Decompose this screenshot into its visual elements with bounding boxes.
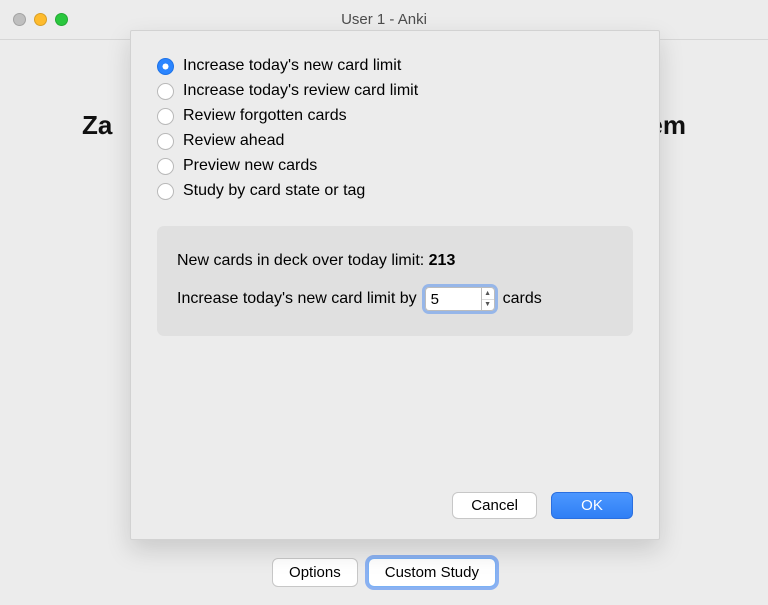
radio-icon — [157, 133, 174, 150]
radio-option-study-by-state[interactable]: Study by card state or tag — [157, 180, 633, 202]
custom-study-button[interactable]: Custom Study — [368, 558, 496, 587]
radio-label: Increase today's review card limit — [183, 80, 418, 102]
page-title-fragment-left: Za — [82, 110, 112, 141]
radio-label: Review ahead — [183, 130, 284, 152]
radio-option-increase-new[interactable]: Increase today's new card limit — [157, 55, 633, 77]
options-button[interactable]: Options — [272, 558, 358, 587]
spin-stepper: ▲ ▼ — [481, 287, 495, 311]
over-limit-count: 213 — [429, 252, 456, 269]
radio-icon — [157, 183, 174, 200]
radio-label: Review forgotten cards — [183, 105, 347, 127]
increase-by-label: Increase today's new card limit by — [177, 284, 417, 314]
window-controls — [0, 13, 68, 26]
radio-icon — [157, 108, 174, 125]
radio-option-increase-review[interactable]: Increase today's review card limit — [157, 80, 633, 102]
increase-amount-spinbox[interactable]: ▲ ▼ — [425, 287, 495, 311]
deck-over-limit-text: New cards in deck over today limit: 213 — [177, 246, 613, 276]
spin-up-icon[interactable]: ▲ — [482, 288, 494, 300]
radio-label: Study by card state or tag — [183, 180, 365, 202]
radio-icon — [157, 58, 174, 75]
maximize-window-icon[interactable] — [55, 13, 68, 26]
window-title: User 1 - Anki — [0, 11, 768, 28]
increase-by-suffix: cards — [503, 284, 542, 314]
radio-label: Increase today's new card limit — [183, 55, 401, 77]
selection-detail-panel: New cards in deck over today limit: 213 … — [157, 226, 633, 336]
radio-option-review-forgotten[interactable]: Review forgotten cards — [157, 105, 633, 127]
ok-button[interactable]: OK — [551, 492, 633, 519]
dialog-buttons: Cancel OK — [157, 492, 633, 519]
close-window-icon[interactable] — [13, 13, 26, 26]
radio-option-preview-new[interactable]: Preview new cards — [157, 155, 633, 177]
radio-option-review-ahead[interactable]: Review ahead — [157, 130, 633, 152]
study-type-radio-group: Increase today's new card limit Increase… — [157, 55, 633, 202]
minimize-window-icon[interactable] — [34, 13, 47, 26]
radio-icon — [157, 158, 174, 175]
main-bottom-buttons: Options Custom Study — [0, 558, 768, 587]
cancel-button[interactable]: Cancel — [452, 492, 537, 519]
radio-icon — [157, 83, 174, 100]
spin-down-icon[interactable]: ▼ — [482, 300, 494, 311]
custom-study-dialog: Increase today's new card limit Increase… — [130, 30, 660, 540]
radio-label: Preview new cards — [183, 155, 317, 177]
increase-amount-input[interactable] — [425, 287, 481, 311]
